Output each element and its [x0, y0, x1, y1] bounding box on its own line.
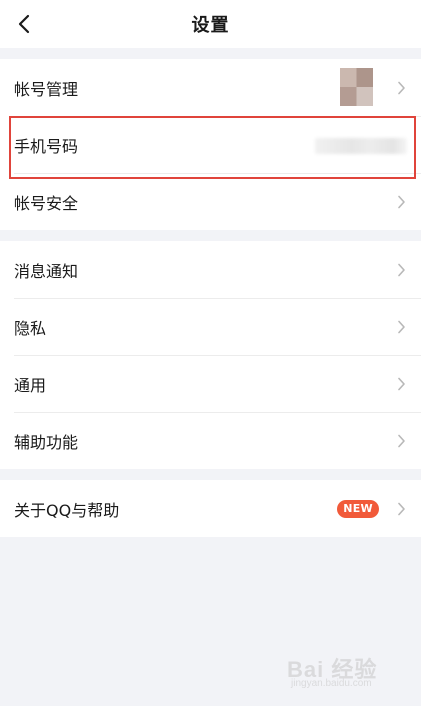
- row-label: 辅助功能: [14, 432, 79, 452]
- row-label: 通用: [14, 375, 47, 395]
- section-gap: [0, 230, 421, 241]
- row-label: 隐私: [14, 318, 47, 338]
- row-account-security[interactable]: 帐号安全: [0, 173, 421, 230]
- section-gap: [0, 48, 421, 59]
- section-gap: [0, 469, 421, 480]
- row-label: 消息通知: [14, 261, 79, 281]
- row-label: 帐号安全: [14, 193, 79, 213]
- row-notifications[interactable]: 消息通知: [0, 241, 421, 298]
- avatar: [340, 68, 373, 106]
- account-group: 帐号管理 手机号码 帐号安全: [0, 59, 421, 230]
- row-label: 关于QQ与帮助: [14, 500, 120, 520]
- chevron-right-icon: [398, 377, 405, 390]
- page-title: 设置: [191, 15, 230, 36]
- phone-value-redacted: [315, 138, 407, 154]
- chevron-right-icon: [398, 81, 405, 94]
- chevron-right-icon: [398, 263, 405, 276]
- row-about-help[interactable]: 关于QQ与帮助 NEW: [0, 480, 421, 537]
- watermark: Bai 经验 jingyan.baidu.com: [287, 650, 407, 696]
- row-label: 手机号码: [14, 136, 79, 156]
- new-badge: NEW: [337, 499, 379, 518]
- general-group: 消息通知 隐私 通用 辅助功能: [0, 241, 421, 469]
- chevron-right-icon: [398, 320, 405, 333]
- back-button[interactable]: [8, 8, 40, 40]
- row-phone-number[interactable]: 手机号码: [0, 116, 421, 173]
- row-label: 帐号管理: [14, 79, 79, 99]
- row-account-management[interactable]: 帐号管理: [0, 59, 421, 116]
- chevron-right-icon: [398, 434, 405, 447]
- row-general[interactable]: 通用: [0, 355, 421, 412]
- row-accessibility[interactable]: 辅助功能: [0, 412, 421, 469]
- chevron-left-icon: [18, 14, 30, 34]
- about-group: 关于QQ与帮助 NEW: [0, 480, 421, 537]
- chevron-right-icon: [398, 195, 405, 208]
- nav-bar: 设置: [0, 0, 421, 48]
- row-privacy[interactable]: 隐私: [0, 298, 421, 355]
- watermark-subtext: jingyan.baidu.com: [291, 678, 372, 689]
- chevron-right-icon: [398, 502, 405, 515]
